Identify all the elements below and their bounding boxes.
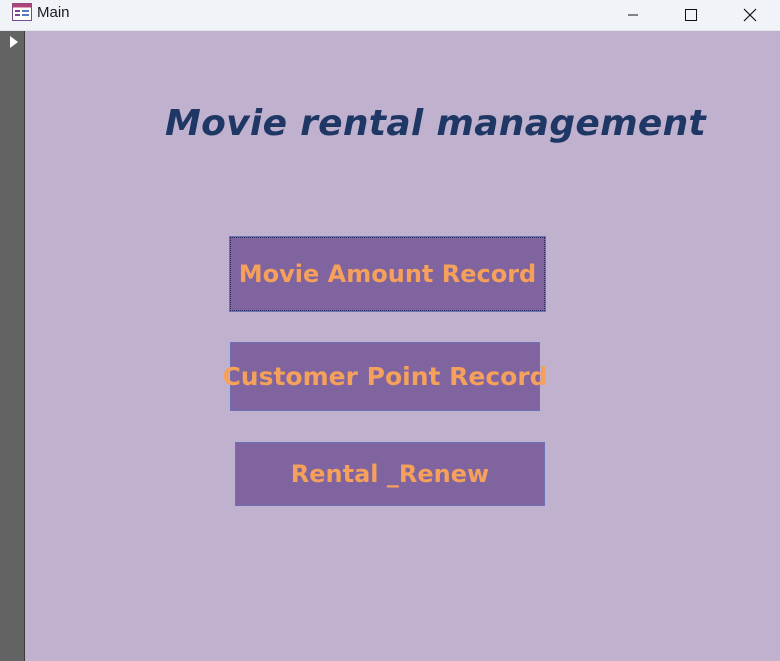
rental-renew-button[interactable]: Rental _Renew bbox=[235, 442, 545, 506]
maximize-button[interactable] bbox=[662, 0, 720, 30]
movie-amount-record-button[interactable]: Movie Amount Record bbox=[229, 236, 546, 312]
window-titlebar[interactable]: Main bbox=[0, 0, 780, 31]
record-selector[interactable] bbox=[0, 31, 25, 661]
maximize-icon bbox=[685, 9, 697, 21]
close-button[interactable] bbox=[721, 0, 779, 30]
minimize-button[interactable] bbox=[604, 0, 662, 30]
form-icon bbox=[12, 3, 32, 21]
window-title: Main bbox=[37, 4, 70, 21]
customer-point-record-button[interactable]: Customer Point Record bbox=[222, 342, 548, 411]
minimize-icon bbox=[628, 14, 638, 16]
current-record-arrow-icon bbox=[10, 36, 18, 48]
form-title: Movie rental management bbox=[165, 103, 707, 144]
form-detail-section: Movie rental management Movie Amount Rec… bbox=[25, 31, 780, 661]
close-icon bbox=[743, 8, 757, 22]
